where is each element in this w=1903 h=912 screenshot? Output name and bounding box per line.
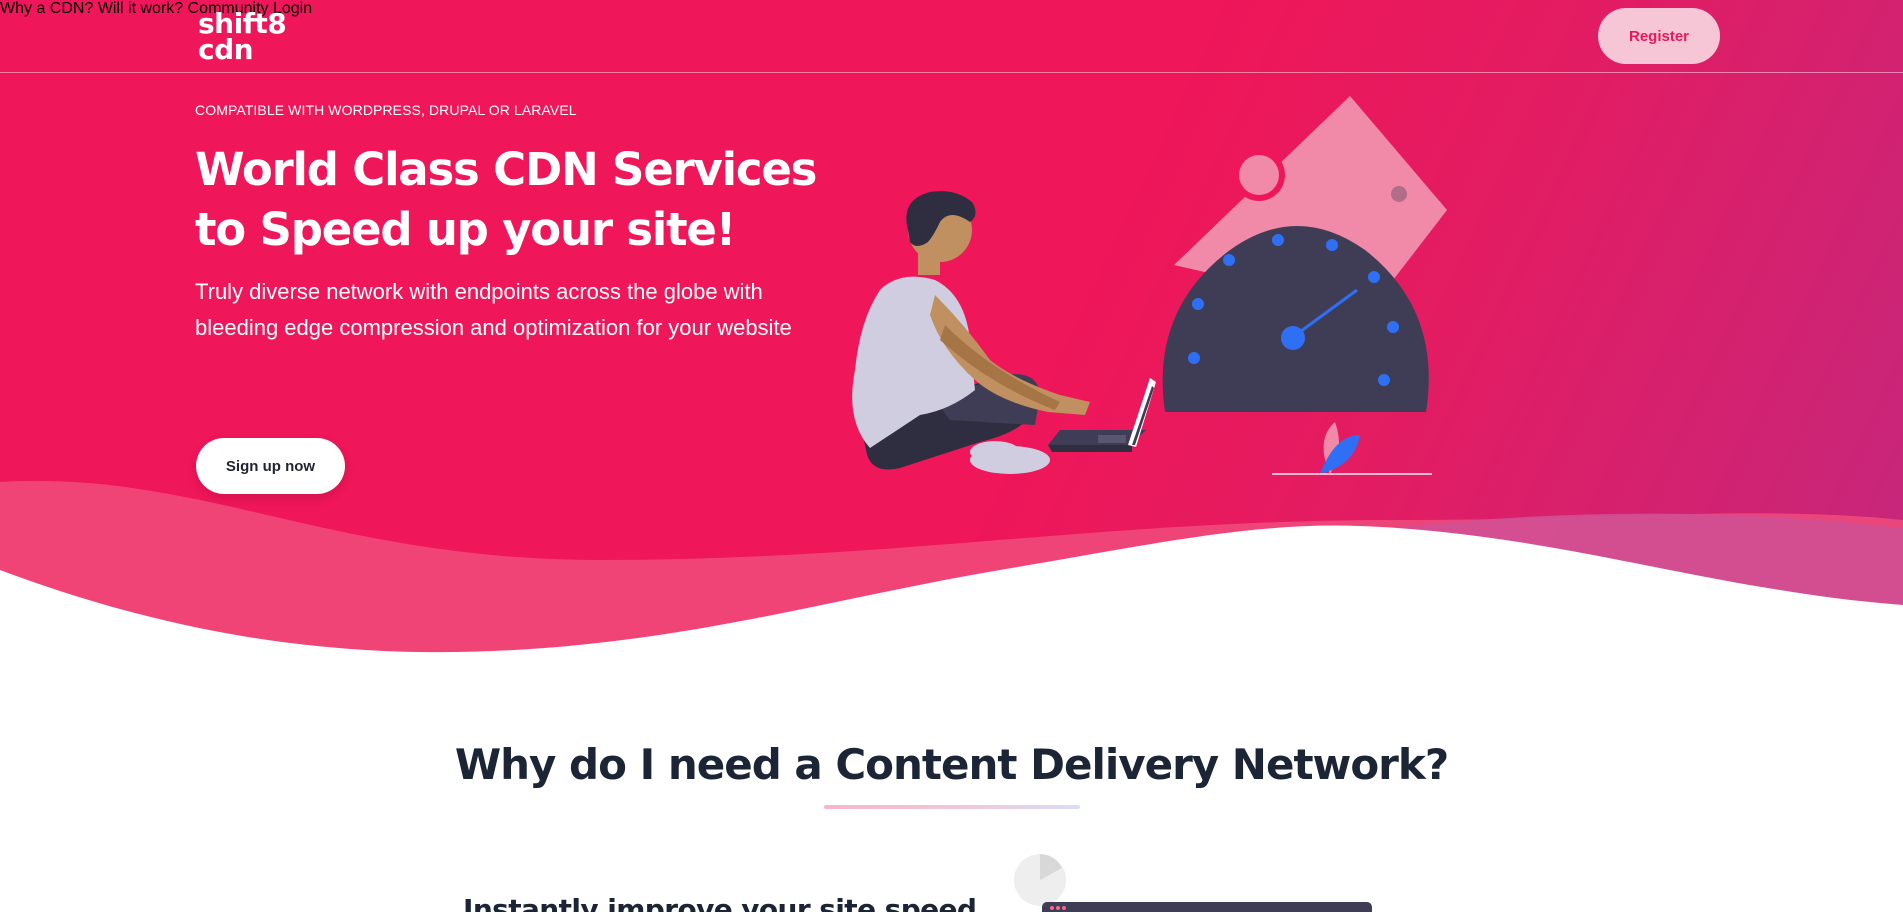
browser-window-illustration [1014, 854, 1372, 912]
hero-headline: World Class CDN Services to Speed up you… [195, 143, 817, 256]
person-laptop-speedometer-illustration [852, 96, 1447, 475]
hero-section: shift8 cdn Why a CDN? Will it work? Comm… [0, 0, 1903, 660]
sign-up-button[interactable]: Sign up now [196, 438, 345, 494]
brand-logo[interactable]: shift8 cdn [198, 8, 302, 66]
hero-eyebrow: COMPATIBLE WITH WORDPRESS, DRUPAL OR LAR… [195, 102, 577, 118]
nav-item-why-a-cdn[interactable]: Why a CDN? [0, 0, 93, 17]
title-underline [824, 805, 1080, 809]
hero-subtext: Truly diverse network with endpoints acr… [195, 279, 792, 340]
logo-line-2: cdn [198, 33, 254, 66]
person-figure [852, 191, 1090, 474]
laptop-icon [1048, 378, 1156, 452]
top-navigation-bar: shift8 cdn Why a CDN? Will it work? Comm… [0, 0, 1903, 73]
section-subheading: Instantly improve your site speed [463, 893, 977, 912]
plant-decoration [1272, 422, 1432, 475]
register-button[interactable]: Register [1598, 8, 1720, 64]
section-title: Why do I need a Content Delivery Network… [454, 740, 1449, 789]
nav-item-will-it-work[interactable]: Will it work? [98, 0, 183, 17]
